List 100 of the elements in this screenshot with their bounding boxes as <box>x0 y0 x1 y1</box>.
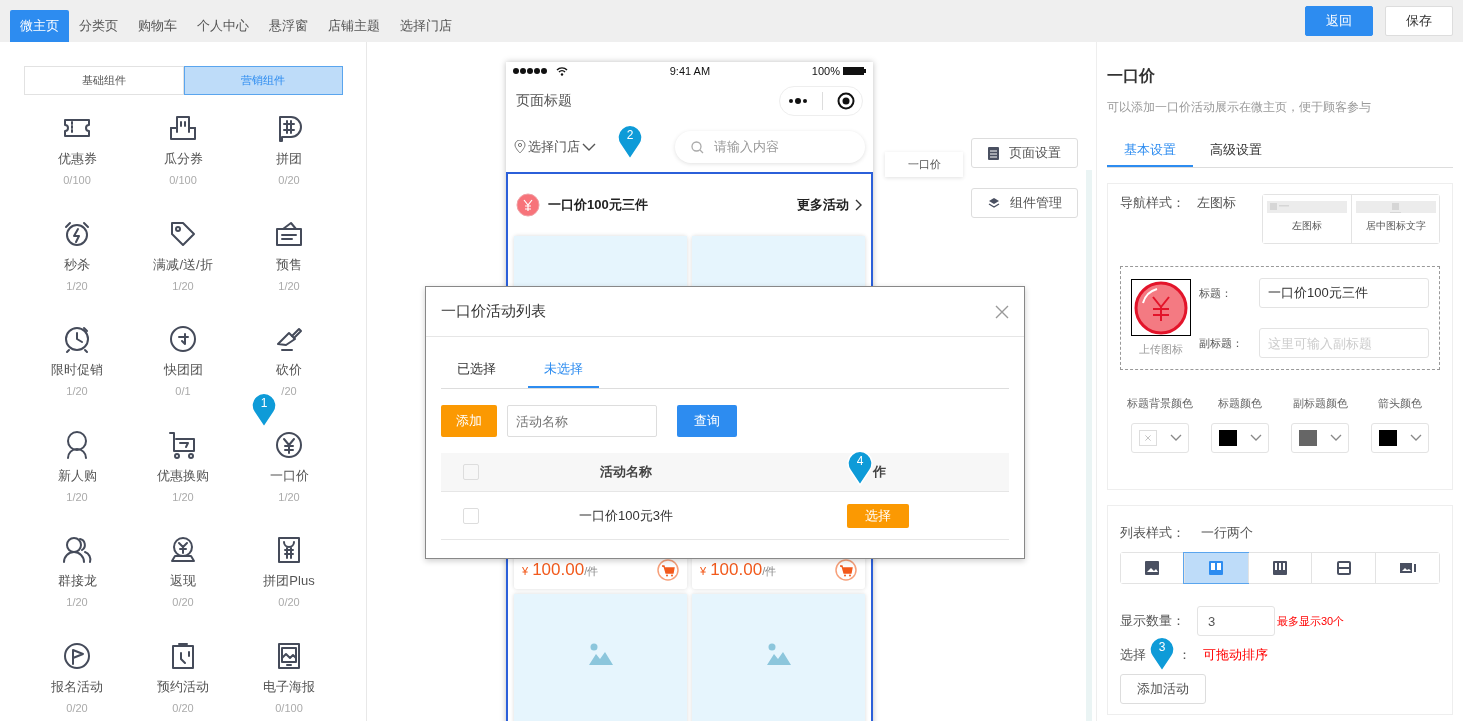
field-value: 左图标 <box>1197 194 1236 212</box>
field-label: 选择 <box>1120 646 1146 664</box>
dialog-title: 一口价活动列表 <box>441 302 547 321</box>
component-name[interactable]: 拼团Plus <box>263 572 315 590</box>
nav-tab[interactable]: 个人中心 <box>187 10 259 42</box>
product-price: ¥ 100.00/件 <box>522 560 599 580</box>
dialog-tab[interactable]: 已选择 <box>457 352 512 388</box>
color-picker[interactable] <box>1291 423 1349 453</box>
store-selector[interactable]: 选择门店 <box>528 138 580 156</box>
battery-icon <box>843 66 867 76</box>
component-name[interactable]: 报名活动 <box>51 677 103 696</box>
product-price: ¥ 100.00/件 <box>700 560 777 580</box>
component-name[interactable]: 预售 <box>276 255 302 274</box>
two-column-layout-option[interactable] <box>1183 553 1248 583</box>
layout-thumbnail-icon <box>1355 201 1436 213</box>
upload-icon-image[interactable] <box>1131 279 1191 336</box>
usage-count: 0/100 <box>63 174 91 186</box>
panel-description: 可以添加一口价活动展示在微主页，便于顾客参与 <box>1107 99 1372 116</box>
document-icon <box>988 146 999 160</box>
component-tag: 一口价 <box>885 152 963 177</box>
usage-count: 1/20 <box>172 279 194 292</box>
usage-count: 0/100 <box>169 174 197 186</box>
usage-count: 0/100 <box>275 701 303 714</box>
field-label: 副标题： <box>1199 335 1244 351</box>
component-name[interactable]: 一口价 <box>269 466 309 485</box>
nav-tab[interactable]: 选择门店 <box>390 10 462 42</box>
layout-selector[interactable] <box>1120 552 1440 584</box>
component-name[interactable]: 快团团 <box>163 361 203 379</box>
close-icon[interactable] <box>995 304 1009 319</box>
add-activity-button[interactable]: 添加活动 <box>1120 674 1206 704</box>
circle-badge-icon[interactable] <box>167 323 199 355</box>
usage-count: 1/20 <box>66 596 88 608</box>
component-name[interactable]: 新人购 <box>57 466 97 485</box>
color-picker[interactable] <box>1131 423 1189 453</box>
battery-percent: 100% <box>811 65 840 77</box>
color-label: 标题颜色 <box>1218 396 1262 411</box>
usage-count: 0/20 <box>172 596 194 608</box>
component-name[interactable]: 砍价 <box>276 361 302 379</box>
title-field[interactable]: 一口价100元三件 <box>1259 278 1429 308</box>
usage-count: 1/20 <box>278 279 300 292</box>
nav-tab[interactable]: 购物车 <box>128 10 187 42</box>
cart-icon[interactable] <box>835 559 857 581</box>
component-name[interactable]: 预约活动 <box>157 677 209 696</box>
usage-count: 0/20 <box>66 701 88 714</box>
color-label: 副标题颜色 <box>1292 396 1348 411</box>
select-all-checkbox[interactable] <box>463 464 479 480</box>
search-icon <box>691 140 704 154</box>
chevron-down-icon <box>1329 434 1342 442</box>
field-label: 显示数量： <box>1120 612 1185 630</box>
wifi-icon <box>556 66 568 76</box>
nav-tab[interactable]: 悬浮窗 <box>259 10 318 42</box>
save-button[interactable]: 保存 <box>1385 6 1453 36</box>
color-label: 标题背景颜色 <box>1127 396 1193 411</box>
component-name[interactable]: 瓜分券 <box>163 150 203 168</box>
chevron-down-icon <box>1249 434 1262 442</box>
image-icon <box>588 643 613 665</box>
component-name[interactable]: 限时促销 <box>51 361 103 379</box>
component-manager-button[interactable]: 组件管理 <box>971 188 1078 218</box>
target-icon[interactable] <box>837 92 856 110</box>
more-dots-icon[interactable] <box>786 97 809 105</box>
people-icon[interactable] <box>61 534 93 566</box>
panel-title: 一口价 <box>1107 66 1156 86</box>
chevron-down-icon <box>1169 434 1182 442</box>
component-name[interactable]: 电子海报 <box>263 677 315 696</box>
component-name[interactable]: 秒杀 <box>64 255 90 274</box>
status-time: 9:41 AM <box>668 65 712 77</box>
field-label: 导航样式： <box>1120 194 1185 212</box>
usage-count: 0/20 <box>278 174 300 186</box>
segment-tab[interactable]: 基础组件 <box>24 66 184 95</box>
chevron-right-icon <box>855 199 863 211</box>
settings-tab[interactable]: 高级设置 <box>1193 134 1279 167</box>
style-option[interactable]: 居中图标文字 <box>1351 195 1439 243</box>
usage-count: 0/1 <box>175 385 191 397</box>
color-label: 箭头颜色 <box>1378 396 1422 411</box>
color-picker[interactable] <box>1211 423 1269 453</box>
activity-name-field[interactable]: 活动名称 <box>507 405 657 437</box>
location-icon <box>514 140 526 154</box>
table-cell-text: 一口价100元3件 <box>578 506 674 525</box>
color-picker[interactable] <box>1371 423 1429 453</box>
field-label: 列表样式： <box>1120 524 1185 542</box>
component-name[interactable]: 优惠换购 <box>157 466 209 485</box>
row-checkbox[interactable] <box>463 507 479 524</box>
chevron-down-icon[interactable] <box>582 142 596 152</box>
column-header: 活动名称 <box>599 463 653 481</box>
coin-icon <box>516 193 540 217</box>
settings-tab[interactable]: 基本设置 <box>1107 134 1193 167</box>
page-settings-button[interactable]: 页面设置 <box>971 138 1078 168</box>
component-name[interactable]: 拼团 <box>276 150 302 168</box>
more-link[interactable]: 更多活动 <box>797 196 863 214</box>
dialog-tab[interactable]: 未选择 <box>528 352 599 388</box>
usage-count: 0/20 <box>278 596 300 608</box>
image-text-layout-option[interactable] <box>1375 553 1439 583</box>
component-name[interactable]: 优惠券 <box>57 150 97 168</box>
component-name[interactable]: 返现 <box>170 572 196 590</box>
nav-tab[interactable]: 分类页 <box>69 10 128 42</box>
count-field[interactable]: 3 <box>1197 606 1275 636</box>
cart-icon[interactable] <box>657 559 679 581</box>
nav-tab[interactable]: 店铺主题 <box>318 10 390 42</box>
component-name[interactable]: 满减/送/折 <box>153 255 213 274</box>
component-name[interactable]: 群接龙 <box>57 572 97 590</box>
